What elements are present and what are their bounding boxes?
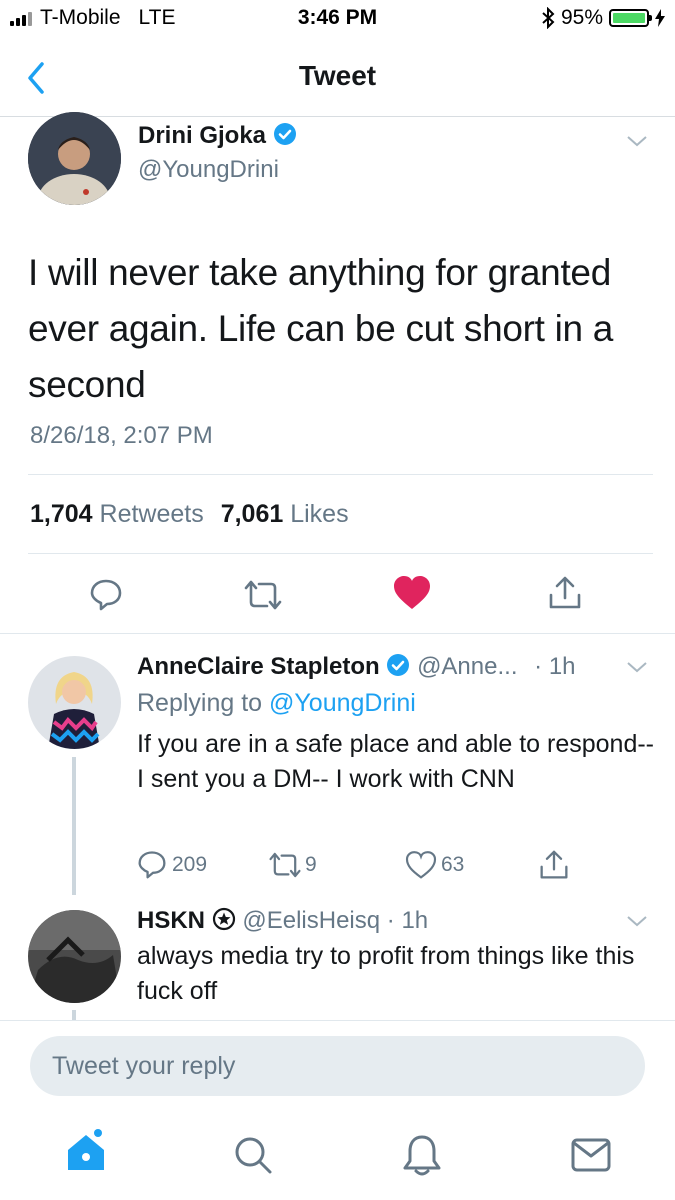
mention-link[interactable]: @YoungDrini: [269, 689, 416, 717]
page-title: Tweet: [298, 60, 377, 91]
thread-line: [72, 1010, 76, 1020]
thread-line: [72, 757, 76, 895]
verified-badge-icon: [387, 654, 410, 676]
reply-header: AnneClaire Stapleton @Anne... · 1h: [137, 653, 657, 681]
replying-to: Replying to @YoungDrini: [137, 689, 416, 717]
retweet-icon[interactable]: [268, 850, 302, 880]
home-icon[interactable]: [64, 1128, 108, 1174]
avatar[interactable]: [28, 112, 121, 205]
like-heart-icon[interactable]: [405, 851, 437, 879]
author-name[interactable]: Drini Gjoka: [138, 122, 297, 150]
chevron-down-icon[interactable]: [626, 660, 648, 674]
battery-icon: [609, 9, 652, 27]
divider: [0, 1020, 675, 1021]
chevron-down-icon[interactable]: [626, 914, 648, 928]
reply-header: HSKN @EelisHeisq · 1h: [137, 907, 617, 935]
retweets-label: Retweets: [99, 500, 204, 528]
reply-author-name[interactable]: HSKN: [137, 907, 205, 934]
avatar[interactable]: [28, 910, 121, 1003]
reply-time: · 1h: [534, 653, 576, 680]
share-icon[interactable]: [539, 849, 569, 881]
reply-input-placeholder: Tweet your reply: [52, 1052, 236, 1080]
status-bar: T-Mobile LTE 3:46 PM 95%: [0, 0, 675, 40]
tweet-text: I will never take anything for granted e…: [28, 252, 614, 405]
divider: [28, 553, 653, 554]
retweet-count: 1,704: [30, 500, 93, 528]
author-handle[interactable]: @YoungDrini: [138, 156, 279, 184]
reply-author-name[interactable]: AnneClaire Stapleton: [137, 653, 380, 680]
divider: [28, 474, 653, 475]
nav-bar: Tweet: [0, 40, 675, 117]
like-count: 7,061: [220, 500, 284, 528]
tweet-timestamp: 8/26/18, 2:07 PM: [30, 422, 213, 449]
reply-text: If you are in a safe place and able to r…: [137, 730, 654, 793]
badge-icon: [212, 907, 235, 931]
tweet-stats[interactable]: 1,704 Retweets 7,061 Likes: [30, 500, 349, 529]
charging-icon: [655, 9, 665, 27]
retweet-icon[interactable]: [243, 578, 283, 612]
search-icon[interactable]: [233, 1135, 273, 1175]
avatar[interactable]: [28, 656, 121, 749]
bluetooth-icon: [542, 7, 555, 29]
reply-time: · 1h: [386, 907, 429, 934]
likes-label: Likes: [290, 500, 349, 528]
reply-icon[interactable]: [137, 849, 167, 879]
reply-input[interactable]: Tweet your reply: [30, 1036, 645, 1096]
reply-text: always media try to profit from things l…: [137, 942, 635, 1005]
reply-count: 209: [172, 853, 208, 876]
reply-icon[interactable]: [89, 577, 123, 611]
retweet-count: 9: [305, 853, 317, 876]
battery-percent: 95%: [560, 6, 603, 29]
chevron-down-icon[interactable]: [626, 134, 648, 148]
reply-author-handle[interactable]: @EelisHeisq: [242, 907, 380, 934]
like-heart-icon[interactable]: [393, 576, 431, 610]
verified-badge-icon: [273, 123, 296, 145]
like-count: 63: [441, 853, 465, 876]
share-icon[interactable]: [548, 575, 582, 611]
messages-icon[interactable]: [571, 1138, 611, 1172]
reply-author-handle[interactable]: @Anne...: [417, 653, 517, 680]
divider: [0, 633, 675, 634]
notifications-icon[interactable]: [402, 1133, 442, 1177]
